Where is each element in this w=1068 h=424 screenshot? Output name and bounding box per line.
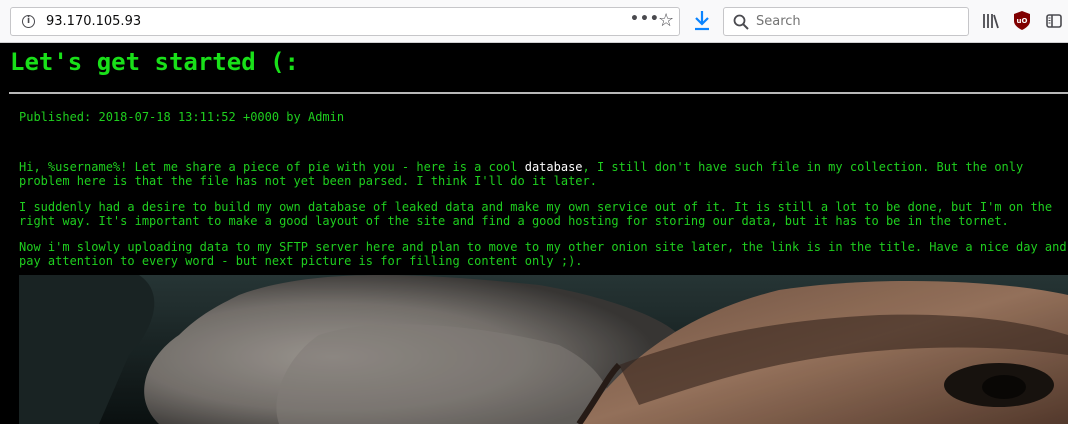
browser-toolbar: i 93.170.105.93 ••• ☆ Search uO (0, 0, 1068, 43)
web-page: Let's get started (: Published: 2018-07-… (0, 44, 1068, 424)
post-paragraph-2: I suddenly had a desire to build my own … (19, 199, 1053, 229)
library-icon[interactable] (982, 13, 1000, 29)
bookmark-star-icon[interactable]: ☆ (658, 10, 674, 31)
post-paragraph-3: Now i'm slowly uploading data to my SFTP… (19, 239, 1067, 269)
post-published-meta: Published: 2018-07-18 13:11:52 +0000 by … (19, 110, 345, 124)
blog-post: Published: 2018-07-18 13:11:52 +0000 by … (19, 110, 1068, 269)
sidebar-icon[interactable] (1046, 14, 1062, 28)
post-image (19, 275, 1068, 424)
site-title[interactable]: Let's get started (: (10, 48, 299, 76)
url-text[interactable]: 93.170.105.93 (46, 14, 141, 29)
search-bar[interactable]: Search (723, 7, 969, 36)
database-link[interactable]: database (525, 160, 583, 174)
download-icon[interactable] (692, 10, 712, 32)
svg-text:uO: uO (1017, 17, 1028, 25)
post-paragraph-1: Hi, %username%! Let me share a piece of … (19, 160, 1068, 189)
url-bar[interactable]: i 93.170.105.93 ••• ☆ (10, 7, 680, 36)
search-placeholder[interactable]: Search (756, 14, 801, 29)
search-icon (733, 14, 749, 30)
paragraph-1-text-start: Hi, %username%! Let me share a piece of … (19, 159, 525, 174)
title-divider (9, 92, 1068, 94)
info-icon[interactable]: i (22, 15, 35, 28)
ublock-icon[interactable]: uO (1014, 11, 1030, 30)
page-actions-icon[interactable]: ••• (630, 11, 660, 27)
